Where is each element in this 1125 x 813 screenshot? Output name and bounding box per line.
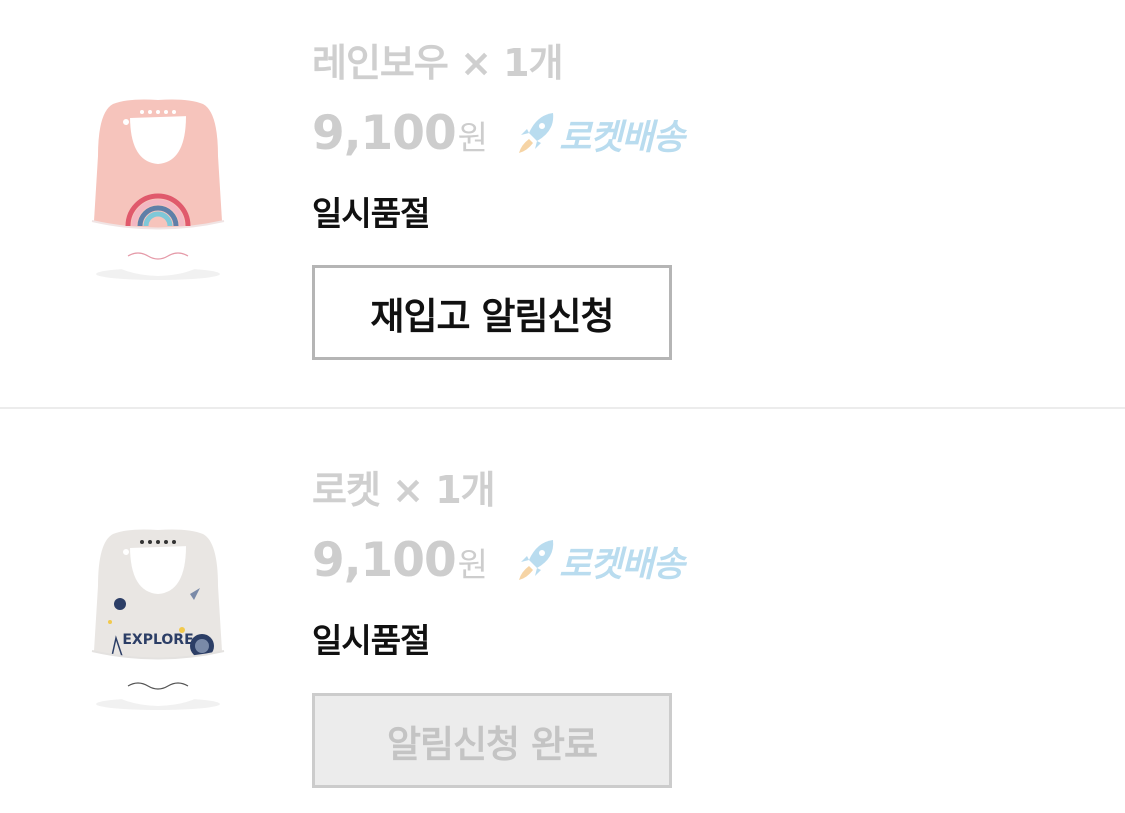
alert-completed-button[interactable]: 알림신청 완료	[312, 693, 672, 788]
rocket-icon	[517, 111, 557, 159]
price-row: 9,100원 로켓배송	[312, 106, 685, 166]
product-image-rainbow-bib[interactable]	[78, 96, 238, 286]
rocket-delivery-label: 로켓배송	[559, 118, 685, 158]
price-row: 9,100원 로켓배송	[312, 533, 685, 593]
price-currency: 원	[457, 118, 489, 157]
rocket-delivery-label: 로켓배송	[559, 545, 685, 585]
stock-status: 일시품절	[312, 194, 430, 233]
product-image-space-bib[interactable]: EXPLORE	[78, 526, 238, 716]
bib-explore-text: EXPLORE	[122, 632, 193, 648]
rocket-icon	[517, 538, 557, 586]
order-item: EXPLORE 로켓 × 1개 9,100원 로켓배송 일시품절 알림신청 완료	[0, 409, 1125, 813]
price-value: 9,100	[312, 106, 457, 161]
restock-alert-button[interactable]: 재입고 알림신청	[312, 265, 672, 360]
product-title[interactable]: 로켓 × 1개	[312, 459, 496, 514]
order-item: 레인보우 × 1개 9,100원 로켓배송 일시품절 재입고 알림신청	[0, 0, 1125, 408]
product-title[interactable]: 레인보우 × 1개	[312, 32, 564, 87]
price-currency: 원	[457, 545, 489, 584]
stock-status: 일시품절	[312, 621, 430, 660]
price-value: 9,100	[312, 533, 457, 588]
